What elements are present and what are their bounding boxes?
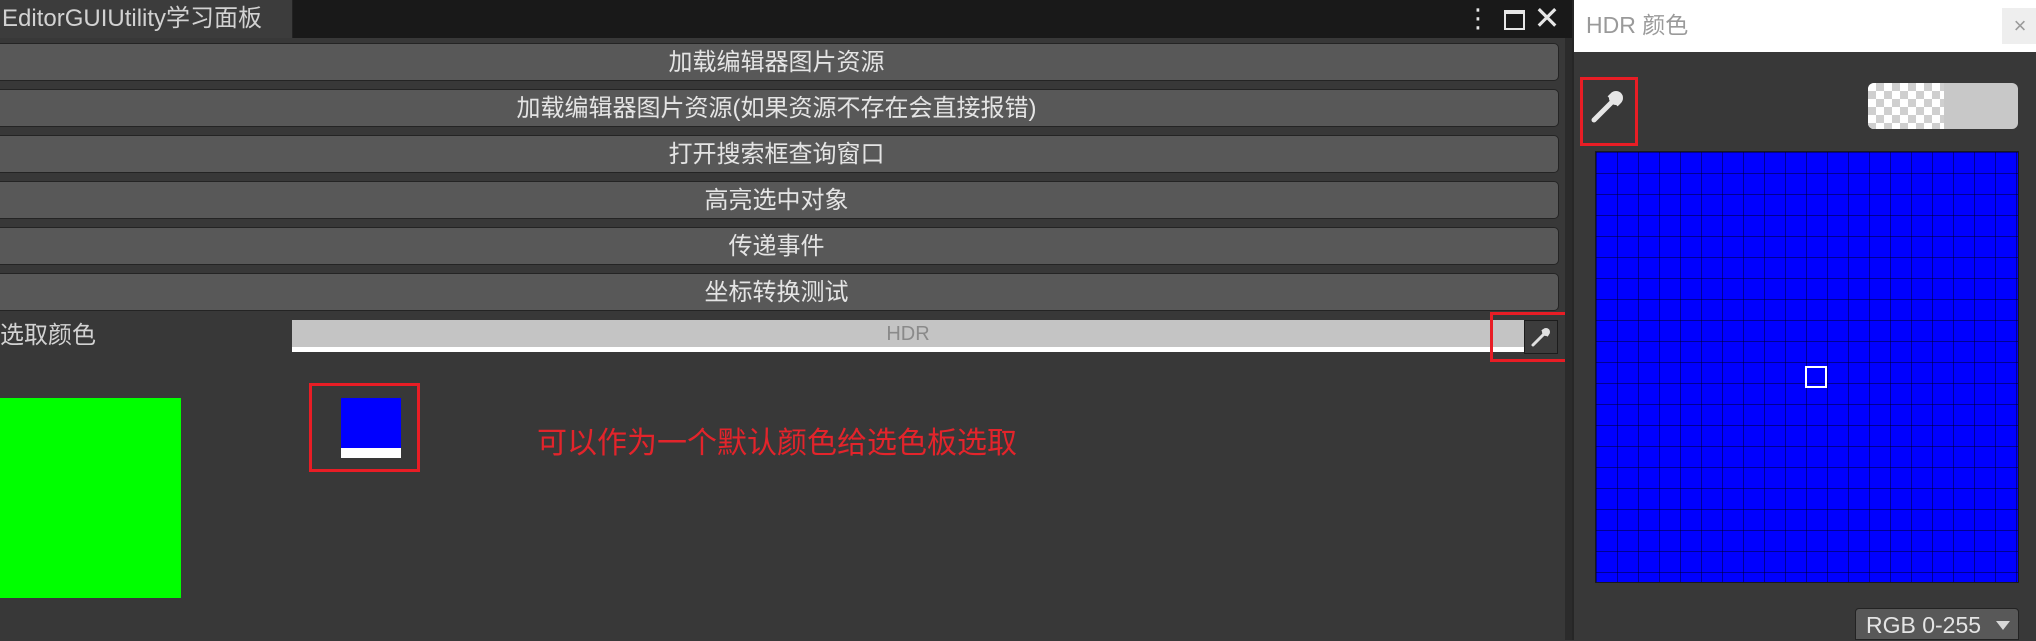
- annotation-text: 可以作为一个默认颜色给选色板选取: [537, 427, 1017, 460]
- load-editor-image-button[interactable]: 加载编辑器图片资源: [0, 43, 1559, 81]
- color-field-label: 选取颜色: [0, 322, 96, 349]
- green-color-swatch: [0, 398, 181, 598]
- color-preview: [1868, 83, 2018, 129]
- coordinate-convert-button[interactable]: 坐标转换测试: [0, 273, 1559, 311]
- more-icon[interactable]: ⋮: [1463, 3, 1493, 33]
- alpha-checker: [1868, 83, 1944, 129]
- color-grid-cursor[interactable]: [1805, 366, 1827, 388]
- highlight-selected-button[interactable]: 高亮选中对象: [0, 181, 1559, 219]
- hdr-badge: HDR: [886, 323, 930, 345]
- tab-bar: EditorGUIUtility学习面板 ⋮ ✕: [0, 0, 1572, 38]
- close-icon[interactable]: ✕: [1532, 2, 1562, 34]
- highlight-picker-eyedropper: [1580, 77, 1638, 146]
- color-mode-dropdown[interactable]: RGB 0-255: [1855, 608, 2019, 640]
- maximize-icon[interactable]: [1499, 3, 1529, 33]
- dropdown-caret-icon: [1996, 621, 2010, 630]
- highlight-eyedropper: [1490, 312, 1572, 362]
- color-mode-label: RGB 0-255: [1866, 612, 1982, 638]
- hdr-color-field[interactable]: HDR: [292, 320, 1524, 352]
- editor-window: EditorGUIUtility学习面板 ⋮ ✕ 加载编辑器图片资源 加载编辑器…: [0, 0, 1572, 640]
- tab-editorguiutility[interactable]: EditorGUIUtility学习面板: [0, 0, 293, 38]
- picker-close-button[interactable]: ×: [2002, 8, 2036, 44]
- load-editor-image-strict-button[interactable]: 加载编辑器图片资源(如果资源不存在会直接报错): [0, 89, 1559, 127]
- open-search-window-button[interactable]: 打开搜索框查询窗口: [0, 135, 1559, 173]
- window-divider: [1565, 38, 1572, 640]
- highlight-default-swatch: [309, 383, 420, 472]
- picker-title: HDR 颜色: [1574, 0, 2036, 52]
- color-picker-window: HDR 颜色 × RGB 0-255: [1572, 0, 2036, 640]
- send-event-button[interactable]: 传递事件: [0, 227, 1559, 265]
